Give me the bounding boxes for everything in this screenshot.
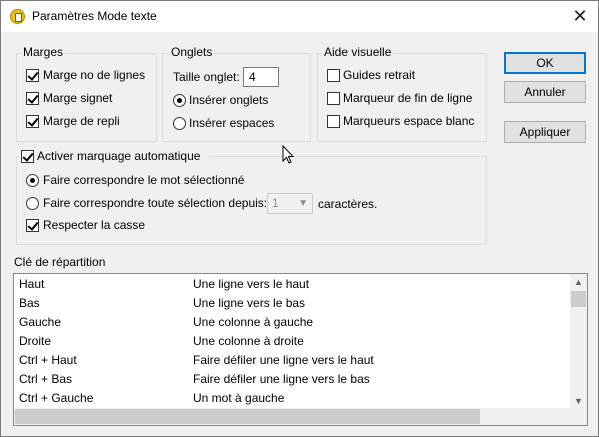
insert-tabs-label[interactable]: Insérer onglets: [189, 93, 268, 107]
tab-size-label: Taille onglet:: [173, 70, 240, 84]
horizontal-scroll-thumb[interactable]: [15, 409, 480, 424]
mouse-cursor-icon: [282, 145, 295, 164]
keymap-action: Un mot à gauche: [193, 391, 285, 405]
keymap-key: Droite: [19, 334, 52, 348]
tab-size-input[interactable]: 4: [243, 67, 279, 87]
horizontal-scrollbar[interactable]: [14, 408, 572, 425]
match-word-radio[interactable]: [26, 174, 39, 187]
fold-margin-label[interactable]: Marge de repli: [43, 114, 120, 128]
keymap-row[interactable]: Haut Une ligne vers le haut: [14, 275, 572, 294]
whitespace-markers-label[interactable]: Marqueurs espace blanc: [343, 114, 474, 128]
keymap-row[interactable]: Ctrl + Haut Faire défiler une ligne vers …: [14, 351, 572, 370]
tabs-legend: Onglets: [169, 45, 215, 59]
keymap-key: Gauche: [19, 315, 62, 329]
keymap-row[interactable]: Bas Une ligne vers le bas: [14, 294, 572, 313]
keymap-key: Ctrl + Bas: [19, 372, 73, 386]
line-number-margin-checkbox[interactable]: [26, 69, 39, 82]
scroll-up-icon[interactable]: ▲: [570, 274, 587, 291]
match-word-label[interactable]: Faire correspondre le mot sélectionné: [43, 173, 244, 187]
keymap-action: Une ligne vers le bas: [193, 296, 306, 310]
settings-dialog: Paramètres Mode texte ✕ Marges Marge no …: [0, 0, 599, 437]
keymap-row[interactable]: Ctrl + Bas Faire défiler une ligne vers l…: [14, 370, 572, 389]
bookmark-margin-checkbox[interactable]: [26, 92, 39, 105]
match-selection-radio[interactable]: [26, 197, 39, 210]
window-title: Paramètres Mode texte: [32, 9, 157, 23]
keymap-key: Haut: [19, 277, 45, 291]
chars-count-value: 1: [272, 196, 279, 210]
title-bar[interactable]: Paramètres Mode texte ✕: [1, 1, 598, 32]
keymap-action: Une ligne vers le haut: [193, 277, 310, 291]
keymap-row[interactable]: Droite Une colonne à droite: [14, 332, 572, 351]
match-case-checkbox[interactable]: [26, 219, 39, 232]
keymap-row[interactable]: Ctrl + Gauche Un mot à gauche: [14, 389, 572, 408]
margins-legend: Marges: [21, 45, 66, 59]
insert-spaces-radio[interactable]: [173, 117, 186, 130]
visual-aid-legend: Aide visuelle: [322, 45, 394, 59]
insert-spaces-label[interactable]: Insérer espaces: [189, 116, 274, 130]
match-case-label[interactable]: Respecter la casse: [43, 218, 145, 232]
keymap-label: Clé de répartition: [14, 255, 106, 269]
fold-margin-checkbox[interactable]: [26, 115, 39, 128]
auto-mark-checkbox[interactable]: [21, 150, 34, 163]
eol-marker-checkbox[interactable]: [327, 92, 340, 105]
keymap-key: Bas: [19, 296, 40, 310]
indent-guides-checkbox[interactable]: [327, 69, 340, 82]
insert-tabs-radio[interactable]: [173, 94, 186, 107]
apply-button[interactable]: Appliquer: [504, 121, 586, 143]
vertical-scroll-thumb[interactable]: [571, 291, 586, 307]
keymap-list[interactable]: Haut Une ligne vers le haut Bas Une ligne v…: [13, 273, 588, 426]
keymap-action: Faire défiler une ligne vers le haut: [193, 353, 374, 367]
scrollbar-corner: [570, 408, 587, 425]
whitespace-markers-checkbox[interactable]: [327, 115, 340, 128]
chars-count-select[interactable]: 1 ▼: [267, 193, 313, 214]
keymap-key: Ctrl + Gauche: [19, 391, 94, 405]
keymap-row[interactable]: Gauche Une colonne à gauche: [14, 313, 572, 332]
bookmark-margin-label[interactable]: Marge signet: [43, 91, 112, 105]
chevron-down-icon: ▼: [298, 198, 308, 209]
chars-suffix-label: caractères.: [318, 197, 378, 211]
keymap-action: Une colonne à gauche: [193, 315, 314, 329]
keymap-action: Une colonne à droite: [193, 334, 304, 348]
cancel-button[interactable]: Annuler: [504, 81, 586, 103]
eol-marker-label[interactable]: Marqueur de fin de ligne: [343, 91, 472, 105]
auto-mark-label[interactable]: Activer marquage automatique: [37, 149, 200, 163]
ok-button[interactable]: OK: [504, 52, 586, 74]
close-icon[interactable]: ✕: [571, 7, 589, 25]
app-icon: [10, 9, 25, 24]
match-selection-label[interactable]: Faire correspondre toute sélection depui…: [43, 196, 267, 210]
keymap-key: Ctrl + Haut: [19, 353, 77, 367]
keymap-action: Faire défiler une ligne vers le bas: [193, 372, 370, 386]
indent-guides-label[interactable]: Guides retrait: [343, 68, 415, 82]
vertical-scrollbar[interactable]: ▲ ▼: [570, 274, 587, 410]
line-number-margin-label[interactable]: Marge no de lignes: [43, 68, 145, 82]
